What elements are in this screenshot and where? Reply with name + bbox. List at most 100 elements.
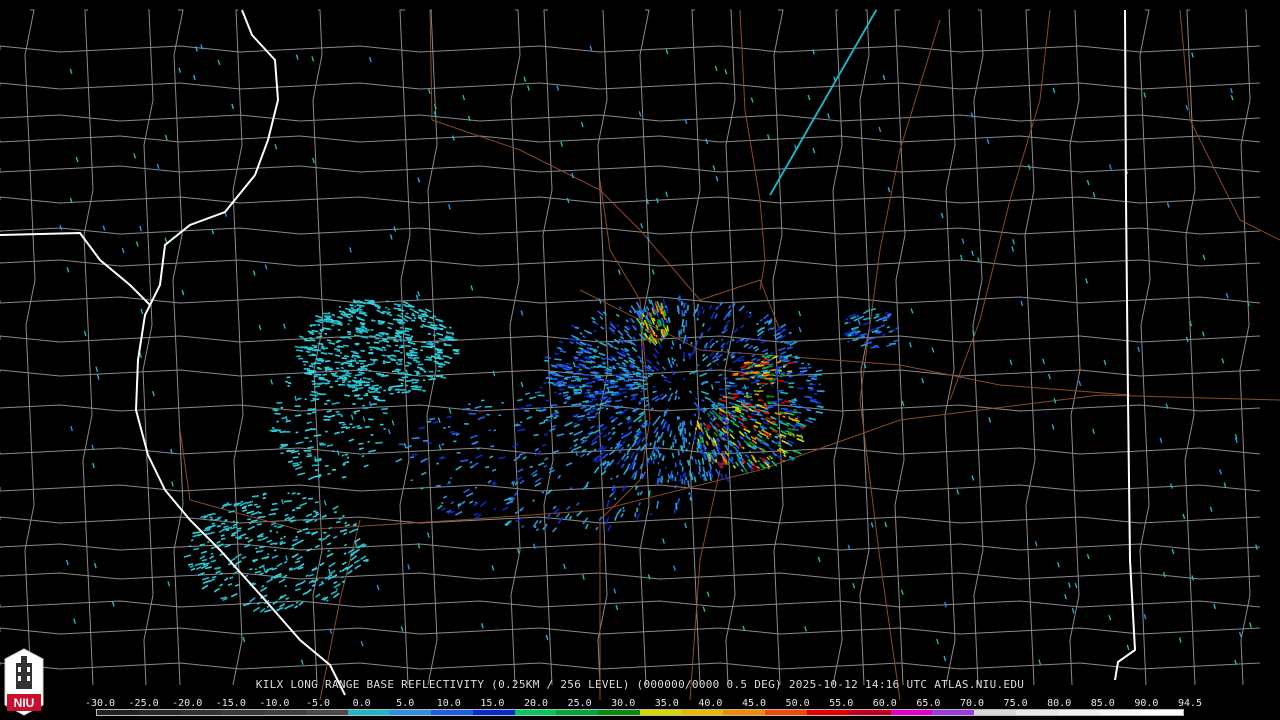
echo-pixel bbox=[284, 584, 287, 588]
echo-pixel bbox=[638, 402, 642, 405]
echo-pixel bbox=[970, 112, 974, 118]
scale-label: 35.0 bbox=[654, 698, 679, 709]
echo-pixel bbox=[433, 103, 437, 110]
echo-pixel bbox=[732, 422, 740, 428]
echo-pixel bbox=[611, 431, 616, 436]
echo-pixel bbox=[343, 532, 348, 536]
echo-pixel bbox=[436, 332, 444, 337]
echo-pixel bbox=[701, 449, 705, 457]
echo-pixel bbox=[762, 421, 770, 426]
scale-swatch bbox=[932, 710, 975, 715]
echo-pixel bbox=[298, 335, 304, 339]
echo-pixel bbox=[241, 507, 247, 510]
echo-pixel bbox=[493, 507, 497, 511]
echo-pixel bbox=[696, 364, 700, 367]
echo-pixel bbox=[279, 542, 283, 546]
echo-pixel bbox=[295, 441, 304, 445]
echo-pixel bbox=[634, 344, 638, 347]
echo-pixel bbox=[593, 329, 597, 333]
echo-pixel bbox=[656, 319, 660, 326]
echo-pixel bbox=[852, 338, 859, 342]
echo-pixel bbox=[538, 421, 546, 425]
county-line bbox=[0, 196, 1261, 204]
echo-pixel bbox=[764, 408, 769, 411]
echo-pixel bbox=[562, 391, 569, 394]
echo-pixel bbox=[428, 441, 432, 445]
echo-pixel bbox=[363, 464, 369, 468]
echo-pixel bbox=[307, 497, 314, 500]
echo-pixel bbox=[469, 412, 477, 415]
echo-pixel bbox=[326, 409, 332, 413]
echo-pixel bbox=[731, 338, 735, 342]
echo-pixel bbox=[413, 316, 417, 320]
echo-pixel bbox=[620, 463, 625, 469]
echo-pixel bbox=[727, 392, 732, 395]
echo-pixel bbox=[248, 568, 253, 571]
echo-pixel bbox=[688, 352, 691, 357]
echo-pixel bbox=[224, 519, 228, 522]
echo-pixel bbox=[420, 471, 427, 476]
scale-label: -20.0 bbox=[172, 698, 203, 709]
echo-pixel bbox=[426, 343, 434, 346]
echo-pixel bbox=[586, 330, 593, 335]
echo-pixel bbox=[164, 134, 168, 141]
echo-pixel bbox=[209, 518, 214, 521]
echo-pixel bbox=[650, 337, 653, 340]
echo-pixel bbox=[701, 306, 704, 309]
echo-pixel bbox=[608, 450, 616, 456]
echo-pixel bbox=[419, 325, 424, 329]
echo-pixel bbox=[709, 352, 715, 357]
echo-pixel bbox=[322, 327, 330, 330]
county-line bbox=[0, 227, 1261, 235]
echo-pixel bbox=[605, 399, 609, 402]
echo-pixel bbox=[450, 501, 454, 505]
echo-pixel bbox=[594, 338, 599, 342]
echo-pixel bbox=[724, 69, 728, 75]
echo-pixel bbox=[740, 324, 745, 329]
echo-pixel bbox=[484, 466, 490, 469]
echo-pixel bbox=[595, 412, 600, 415]
echo-pixel bbox=[330, 590, 338, 595]
echo-pixel bbox=[210, 546, 217, 550]
county-line bbox=[542, 9, 554, 686]
echo-pixel bbox=[314, 519, 318, 523]
echo-pixel bbox=[844, 321, 849, 325]
echo-pixel bbox=[778, 366, 783, 369]
echo-pixel bbox=[716, 363, 720, 366]
echo-pixel bbox=[307, 446, 314, 449]
echo-pixel bbox=[333, 592, 340, 599]
echo-pixel bbox=[758, 331, 764, 335]
echo-pixel bbox=[374, 398, 380, 401]
echo-pixel bbox=[667, 316, 671, 324]
echo-pixel bbox=[873, 344, 878, 348]
echo-pixel bbox=[808, 382, 813, 385]
county-line bbox=[142, 9, 154, 686]
echo-pixel bbox=[336, 316, 342, 319]
echo-pixel bbox=[556, 85, 560, 91]
echo-pixel bbox=[270, 521, 277, 526]
echo-pixel bbox=[652, 452, 656, 457]
echo-pixel bbox=[1170, 483, 1173, 489]
echo-pixel bbox=[649, 442, 653, 447]
echo-pixel bbox=[943, 655, 947, 662]
echo-pixel bbox=[164, 237, 168, 243]
echo-pixel bbox=[276, 524, 283, 529]
echo-pixel bbox=[309, 393, 318, 397]
echo-pixel bbox=[553, 508, 560, 514]
echo-pixel bbox=[729, 382, 735, 385]
echo-pixel bbox=[231, 531, 238, 536]
scale-swatch bbox=[681, 710, 724, 715]
county-line bbox=[0, 296, 1261, 304]
echo-pixel bbox=[203, 528, 211, 532]
state-boundaries bbox=[0, 9, 1137, 696]
echo-pixel bbox=[636, 485, 639, 488]
echo-pixel bbox=[605, 372, 612, 375]
echo-pixel bbox=[410, 335, 414, 338]
echo-pixel bbox=[310, 339, 315, 342]
echo-pixel bbox=[623, 329, 629, 334]
echo-pixel bbox=[181, 289, 185, 296]
echo-pixel bbox=[313, 530, 319, 535]
echo-pixel bbox=[333, 580, 338, 585]
echo-pixel bbox=[360, 349, 366, 352]
echo-pixel bbox=[647, 574, 651, 580]
